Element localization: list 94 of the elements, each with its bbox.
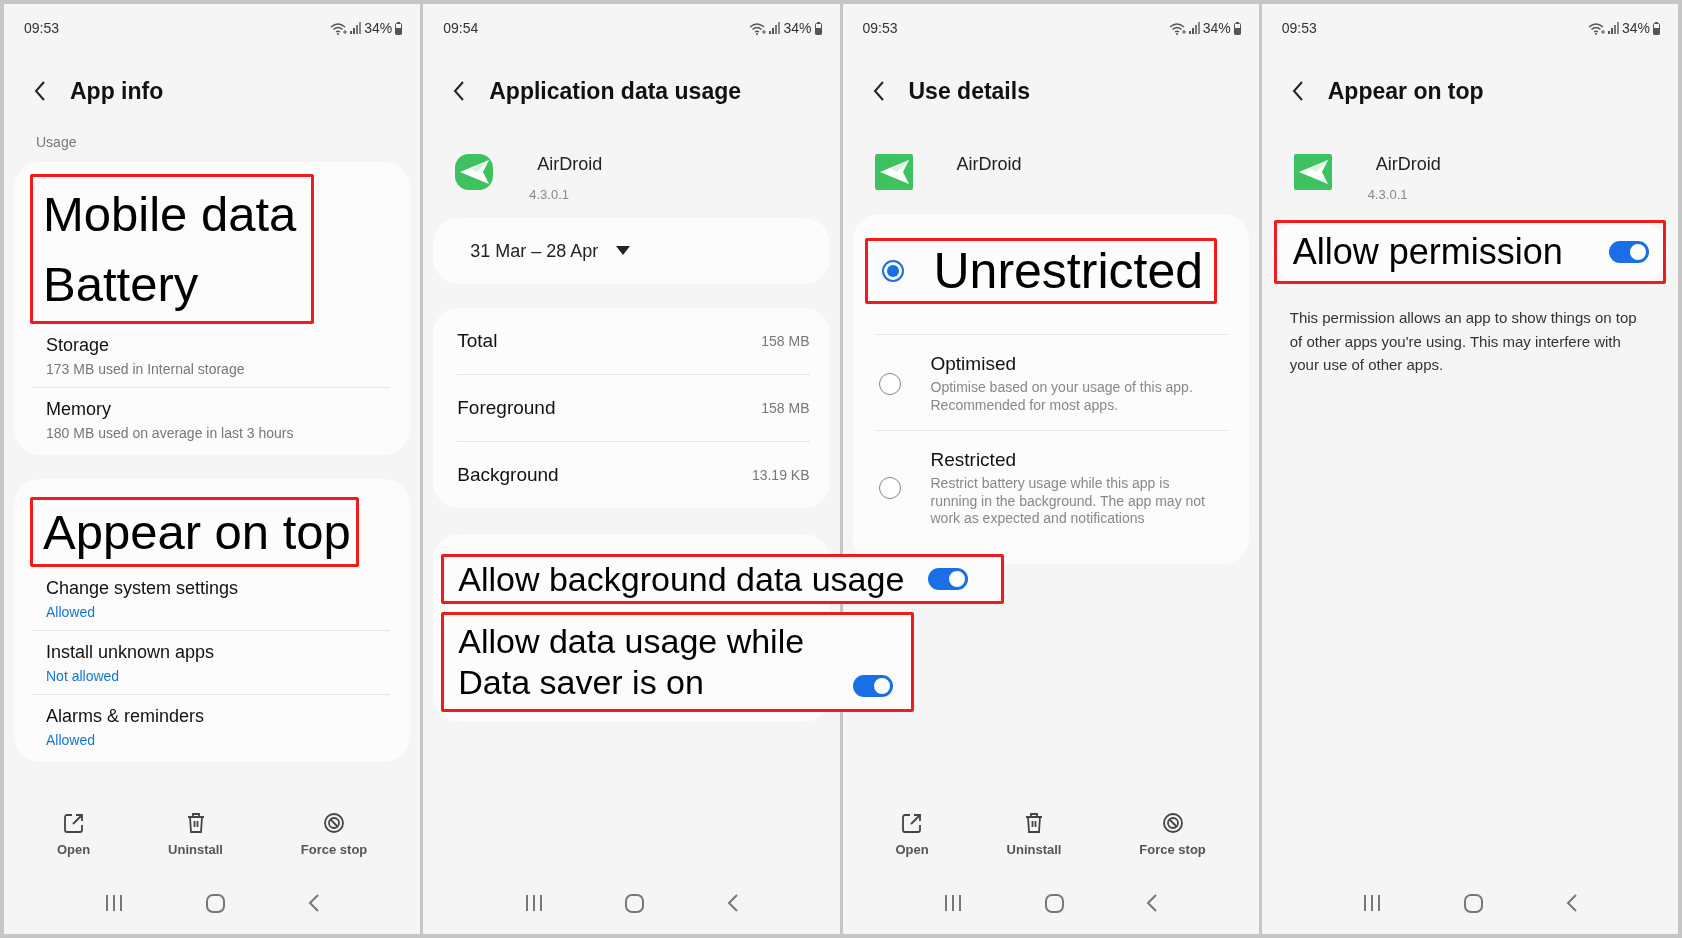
option-label: Restricted	[930, 449, 1018, 471]
wifi-icon	[749, 21, 767, 35]
toggle-label: Allow background data usage	[458, 558, 905, 600]
recent-apps-icon[interactable]	[105, 895, 124, 911]
row-detail: 173 MB used in Internal storage	[46, 361, 246, 377]
radio-button[interactable]	[881, 260, 904, 282]
recent-apps-icon[interactable]	[524, 895, 543, 911]
row-title: Alarms & reminders	[46, 706, 206, 727]
wifi-icon	[1587, 21, 1605, 35]
option-description: Optimise based on your usage of this app. Recommended for most apps.	[930, 379, 1194, 414]
back-icon[interactable]	[1146, 894, 1158, 912]
action-button[interactable]: Open	[46, 808, 101, 872]
usage-label: Background	[457, 464, 559, 486]
action-button[interactable]: Force stop	[1129, 808, 1216, 872]
option-description: Restrict battery usage while this app is running in the background. The app may not work as expected and notifications	[930, 475, 1206, 528]
signal-icon	[350, 22, 362, 34]
back-icon[interactable]	[307, 894, 319, 912]
block-icon	[1161, 812, 1184, 834]
recent-apps-icon[interactable]	[943, 895, 962, 911]
usage-label: Total	[457, 330, 498, 352]
wifi-icon	[330, 21, 348, 35]
action-button[interactable]: Open	[885, 808, 939, 872]
row-title: Memory	[46, 399, 112, 420]
settings-row[interactable]: Alarms & reminders Allowed	[32, 694, 391, 758]
status-time: 09:53	[24, 20, 60, 36]
row-status: Allowed	[46, 604, 97, 620]
status-time: 09:53	[1281, 20, 1317, 36]
trash-icon	[1023, 812, 1045, 834]
app-name: AirDroid	[537, 153, 603, 175]
signal-icon	[1188, 22, 1200, 34]
settings-row[interactable]: Install unknown apps Not allowed	[32, 630, 391, 694]
row-title: Change system settings	[46, 578, 240, 599]
toggle-switch[interactable]	[853, 675, 894, 697]
battery-icon	[1653, 21, 1660, 35]
home-icon[interactable]	[1044, 893, 1064, 913]
external-link-icon	[62, 812, 85, 834]
battery-percent: 34%	[1202, 20, 1231, 36]
toggle-switch[interactable]	[928, 568, 969, 590]
row-title: Install unknown apps	[46, 642, 216, 663]
back-icon[interactable]	[727, 894, 739, 912]
radio-button[interactable]	[878, 372, 901, 395]
battery-icon	[814, 21, 822, 35]
row-detail: 180 MB used on average in last 3 hours	[46, 425, 295, 441]
wifi-icon	[1168, 21, 1186, 35]
usage-value: 158 MB	[761, 333, 810, 349]
home-icon[interactable]	[625, 893, 645, 913]
home-icon[interactable]	[206, 893, 226, 913]
battery-percent: 34%	[783, 20, 812, 36]
recent-apps-icon[interactable]	[1363, 895, 1382, 911]
back-icon[interactable]	[1565, 894, 1577, 912]
section-label: Usage	[35, 133, 78, 152]
battery-icon	[1233, 21, 1241, 35]
dropdown-caret-icon	[616, 246, 631, 256]
screen-title: App info	[70, 77, 164, 105]
settings-row[interactable]: Change system settings Allowed	[32, 567, 391, 630]
permission-description: This permission allows an app to show things on top of other apps you're using. This may interfere with your use of other apps.	[1289, 308, 1638, 375]
app-version: 4.3.0.1	[1367, 187, 1409, 202]
block-icon	[323, 812, 346, 834]
screen-title: Application data usage	[489, 77, 741, 105]
usage-label: Foreground	[457, 397, 556, 419]
setting-title[interactable]: Mobile data	[43, 179, 301, 249]
status-time: 09:53	[862, 20, 898, 36]
status-time: 09:54	[443, 20, 479, 36]
toggle-switch[interactable]	[1609, 241, 1649, 263]
setting-title[interactable]: Battery	[43, 249, 301, 319]
home-icon[interactable]	[1463, 893, 1483, 913]
usage-value: 13.19 KB	[751, 467, 810, 483]
action-button[interactable]: Uninstall	[996, 808, 1072, 872]
row-status: Not allowed	[46, 668, 121, 684]
screen-title: Use details	[908, 77, 1030, 105]
battery-icon	[395, 21, 403, 35]
row-title: Storage	[46, 335, 111, 356]
app-version: 4.3.0.1	[529, 187, 570, 202]
radio-button[interactable]	[878, 477, 901, 500]
external-link-icon	[901, 812, 924, 834]
action-button[interactable]: Uninstall	[158, 808, 233, 872]
settings-row[interactable]: Storage 173 MB used in Internal storage	[32, 324, 391, 387]
battery-percent: 34%	[1621, 20, 1650, 36]
screen-title: Appear on top	[1327, 77, 1484, 105]
signal-icon	[1607, 22, 1619, 34]
setting-title[interactable]: Appear on top	[43, 505, 351, 559]
row-status: Allowed	[46, 732, 97, 748]
toggle-label: Allow data usage while Data saver is on	[458, 621, 806, 703]
permission-label: Allow permission	[1292, 231, 1563, 273]
date-range-dropdown[interactable]: 31 Mar – 28 Apr	[433, 218, 830, 284]
signal-icon	[769, 22, 781, 34]
usage-value: 158 MB	[761, 400, 810, 416]
app-name: AirDroid	[1375, 153, 1441, 175]
action-button[interactable]: Force stop	[290, 808, 378, 872]
option-label: Optimised	[930, 353, 1018, 375]
option-label: Unrestricted	[933, 243, 1204, 299]
app-name: AirDroid	[956, 153, 1022, 175]
settings-row[interactable]: Memory 180 MB used on average in last 3 hours	[32, 387, 391, 451]
battery-percent: 34%	[364, 20, 393, 36]
